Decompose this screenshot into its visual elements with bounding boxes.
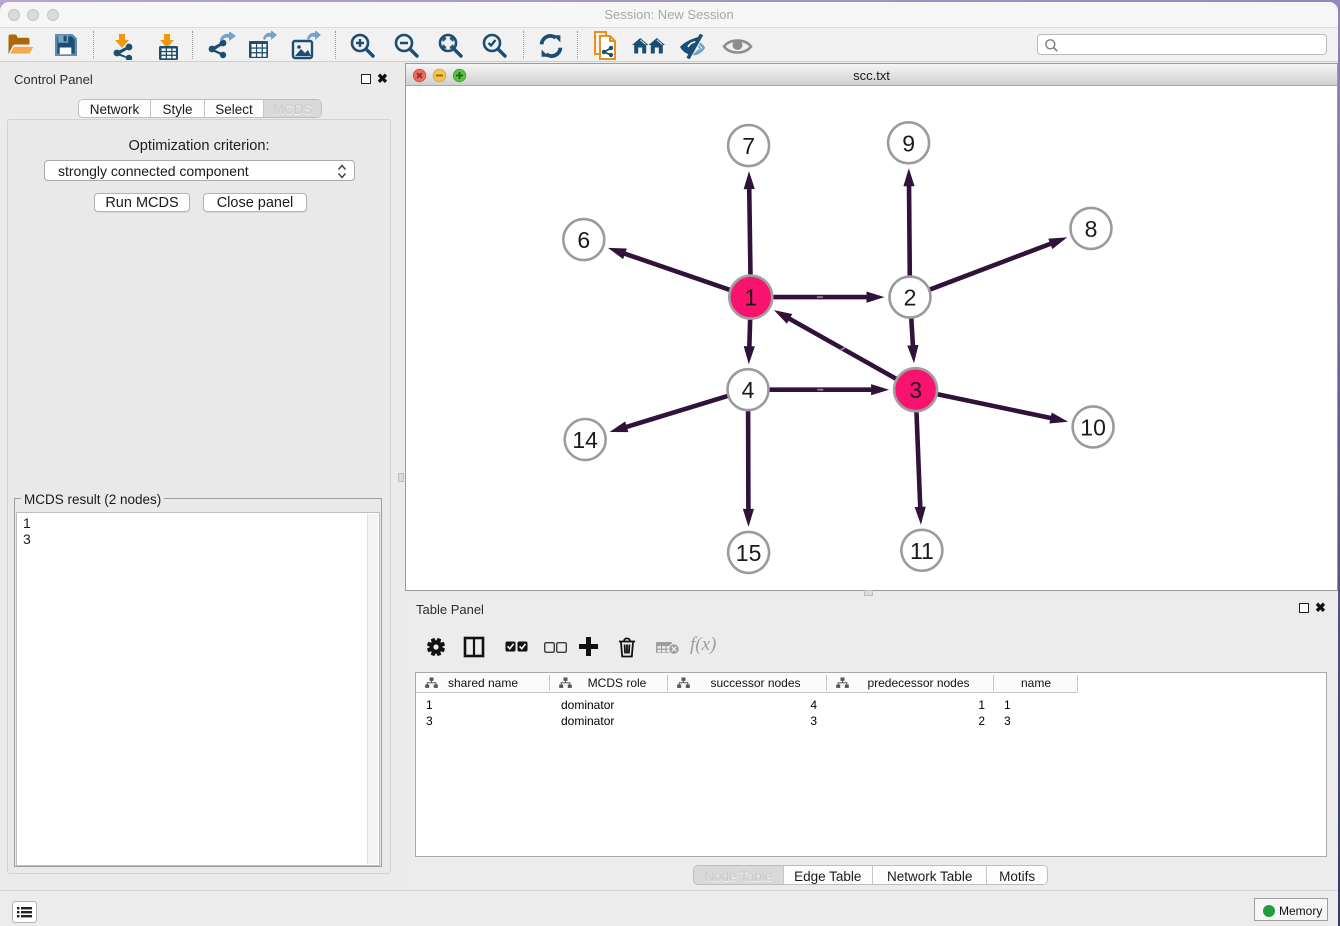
svg-text:14: 14 bbox=[572, 427, 598, 453]
svg-text:8: 8 bbox=[1085, 216, 1098, 242]
svg-text:11: 11 bbox=[910, 538, 934, 564]
svg-text:4: 4 bbox=[742, 377, 755, 403]
svg-text:1: 1 bbox=[744, 285, 757, 311]
svg-text:15: 15 bbox=[736, 540, 762, 566]
svg-text:6: 6 bbox=[577, 227, 590, 253]
svg-text:2: 2 bbox=[904, 285, 917, 311]
svg-text:7: 7 bbox=[742, 133, 755, 159]
svg-text:3: 3 bbox=[909, 377, 922, 403]
svg-text:9: 9 bbox=[902, 130, 915, 156]
svg-text:10: 10 bbox=[1080, 414, 1106, 440]
